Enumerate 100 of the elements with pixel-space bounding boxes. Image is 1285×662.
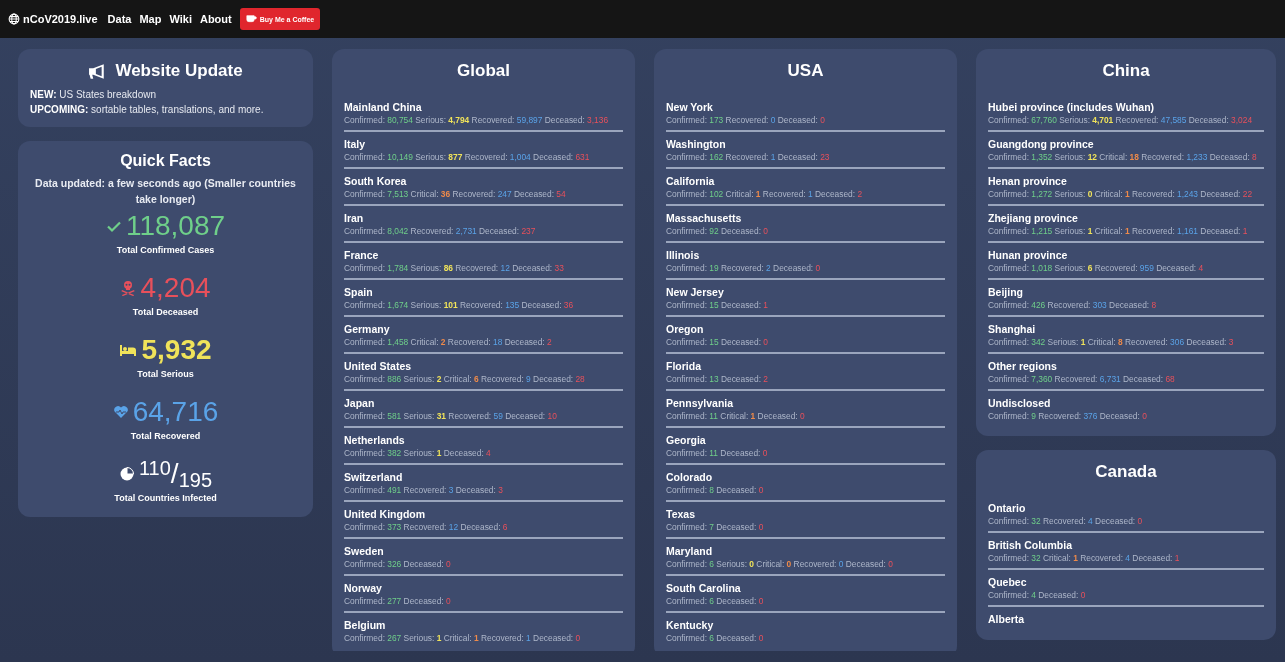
update-status: Data updated: a few seconds ago (Smaller countries take longer) [34, 176, 297, 207]
region-name: Massachusetts [666, 211, 743, 225]
case-stats: Confirmed: 1,018 Serious: 6 Recovered: 959 Deceased: 4 [988, 263, 1205, 274]
region-name: Maryland [666, 544, 714, 558]
case-stats: Confirmed: 326 Deceased: 0 [344, 559, 452, 570]
case-stats: Confirmed: 1,215 Serious: 1 Critical: 1 Recovered: 1,161 Deceased: 1 [988, 226, 1249, 237]
region-name: Sweden [344, 544, 385, 558]
case-stats: Confirmed: 9 Recovered: 376 Deceased: 0 [988, 411, 1148, 422]
region-name: Ontario [988, 501, 1027, 515]
fact-value: 118,087 [125, 209, 226, 243]
region-name: Alberta [988, 612, 1026, 626]
region-name: Henan province [988, 174, 1068, 188]
region-name: France [344, 248, 380, 262]
case-stats: Confirmed: 491 Recovered: 3 Deceased: 3 [344, 485, 504, 496]
nav-link[interactable]: Data [107, 13, 132, 25]
region-name: Quebec [988, 575, 1028, 589]
site-logo-link[interactable]: nCoV2019.live [8, 13, 98, 25]
update-text: UPCOMING: sortable tables, translations, and more. [30, 103, 265, 117]
region-name: Georgia [666, 433, 707, 447]
case-stats: Confirmed: 11 Critical: 1 Deceased: 0 [666, 411, 806, 422]
fact-label: Total Deceased [131, 306, 200, 319]
case-stats: Confirmed: 4 Deceased: 0 [988, 590, 1087, 601]
fact-label: Total Confirmed Cases [115, 244, 216, 257]
case-stats: Confirmed: 6 Deceased: 0 [666, 633, 765, 644]
case-stats: Confirmed: 67,760 Serious: 4,701 Recovered: 47,585 Deceased: 3,024 [988, 115, 1254, 126]
case-stats: Confirmed: 19 Recovered: 2 Deceased: 0 [666, 263, 822, 274]
region-name: Texas [666, 507, 696, 521]
fact-value: 4,204 [140, 271, 211, 305]
fact-value: 5,932 [141, 333, 212, 367]
region-name: Washington [666, 137, 727, 151]
case-stats: Confirmed: 267 Serious: 1 Critical: 1 Recovered: 1 Deceased: 0 [344, 633, 582, 644]
bed-icon [119, 343, 138, 357]
fact-value: $^{110}$/$_{195}$ [138, 457, 212, 491]
region-name: Germany [344, 322, 391, 336]
panel-title: Canada [1094, 461, 1158, 483]
region-name: Shanghai [988, 322, 1037, 336]
region-name: Netherlands [344, 433, 406, 447]
region-name: Oregon [666, 322, 705, 336]
nav-link[interactable]: Wiki [169, 13, 192, 25]
region-name: Undisclosed [988, 396, 1052, 410]
region-name: Italy [344, 137, 366, 151]
region-name: Beijing [988, 285, 1024, 299]
case-stats: Confirmed: 373 Recovered: 12 Deceased: 6 [344, 522, 509, 533]
skull-icon [120, 280, 137, 296]
case-stats: Confirmed: 277 Deceased: 0 [344, 596, 452, 607]
case-stats: Confirmed: 1,272 Serious: 0 Critical: 1 Recovered: 1,243 Deceased: 22 [988, 189, 1254, 200]
case-stats: Confirmed: 80,754 Serious: 4,794 Recovered: 59,897 Deceased: 3,136 [344, 115, 610, 126]
case-stats: Confirmed: 1,458 Critical: 2 Recovered: 18 Deceased: 2 [344, 337, 553, 348]
case-stats: Confirmed: 15 Deceased: 1 [666, 300, 769, 311]
fact-label: Total Recovered [129, 430, 202, 443]
region-name: Florida [666, 359, 702, 373]
panel-title: Global [456, 60, 511, 82]
heart-icon [112, 405, 129, 419]
region-name: Switzerland [344, 470, 404, 484]
case-stats: Confirmed: 6 Deceased: 0 [666, 596, 765, 607]
case-stats: Confirmed: 102 Critical: 1 Recovered: 1 Deceased: 2 [666, 189, 864, 200]
region-name: Colorado [666, 470, 714, 484]
cup-icon [245, 15, 257, 23]
region-name: Other regions [988, 359, 1058, 373]
case-stats: Confirmed: 162 Recovered: 1 Deceased: 23 [666, 152, 831, 163]
fact-label: Total Serious [136, 368, 195, 381]
region-name: United States [344, 359, 413, 373]
case-stats: Confirmed: 8 Deceased: 0 [666, 485, 765, 496]
case-stats: Confirmed: 581 Serious: 31 Recovered: 59 Deceased: 10 [344, 411, 558, 422]
region-name: United Kingdom [344, 507, 427, 521]
card-title: Website Update [115, 60, 243, 82]
nav-link[interactable]: Map [139, 13, 162, 25]
case-stats: Confirmed: 7 Deceased: 0 [666, 522, 765, 533]
panel-title: USA [786, 60, 825, 82]
region-name: Spain [344, 285, 374, 299]
nav-link[interactable]: About [199, 13, 232, 25]
case-stats: Confirmed: 92 Deceased: 0 [666, 226, 769, 237]
region-name: Kentucky [666, 618, 715, 632]
region-name: South Korea [344, 174, 408, 188]
region-name: California [666, 174, 716, 188]
card-title: Quick Facts [119, 151, 212, 171]
region-name: New Jersey [666, 285, 725, 299]
update-text: NEW: US States breakdown [30, 88, 157, 102]
case-stats: Confirmed: 8,042 Recovered: 2,731 Deceased: 237 [344, 226, 537, 237]
region-name: Pennsylvania [666, 396, 735, 410]
region-name: Mainland China [344, 100, 423, 114]
region-name: New York [666, 100, 714, 114]
case-stats: Confirmed: 7,360 Recovered: 6,731 Deceased: 68 [988, 374, 1176, 385]
case-stats: Confirmed: 886 Serious: 2 Critical: 6 Recovered: 9 Deceased: 28 [344, 374, 586, 385]
case-stats: Confirmed: 13 Deceased: 2 [666, 374, 769, 385]
region-name: Zhejiang province [988, 211, 1079, 225]
case-stats: Confirmed: 426 Recovered: 303 Deceased: 8 [988, 300, 1158, 311]
case-stats: Confirmed: 11 Deceased: 0 [666, 448, 769, 459]
case-stats: Confirmed: 1,784 Serious: 86 Recovered: 12 Deceased: 33 [344, 263, 565, 274]
region-name: Iran [344, 211, 365, 225]
globe-icon [8, 13, 20, 25]
case-stats: Confirmed: 10,149 Serious: 877 Recovered: 1,004 Deceased: 631 [344, 152, 591, 163]
fact-label: Total Countries Infected [113, 492, 218, 505]
case-stats: Confirmed: 1,674 Serious: 101 Recovered: 135 Deceased: 36 [344, 300, 575, 311]
region-name: Hunan province [988, 248, 1069, 262]
region-name: Belgium [344, 618, 387, 632]
region-name: Japan [344, 396, 376, 410]
panel-title: China [1101, 60, 1151, 82]
case-stats: Confirmed: 32 Recovered: 4 Deceased: 0 [988, 516, 1144, 527]
region-name: Norway [344, 581, 383, 595]
